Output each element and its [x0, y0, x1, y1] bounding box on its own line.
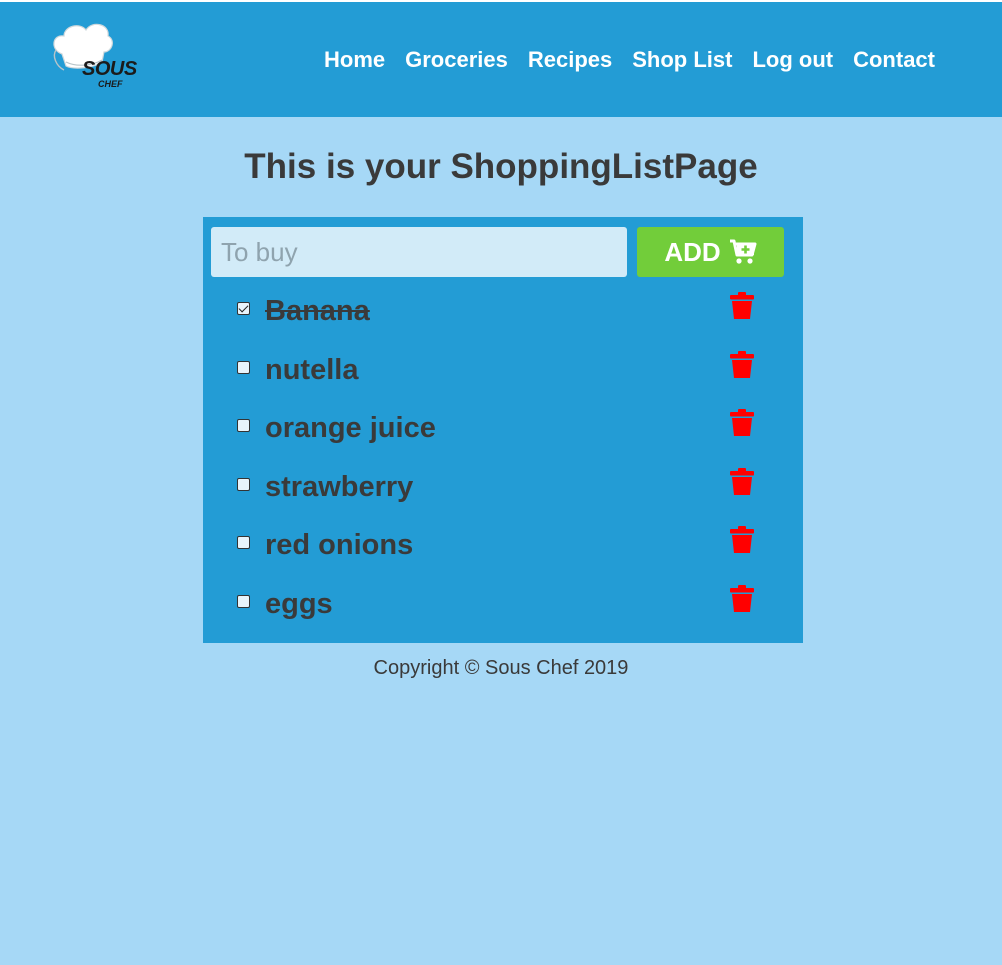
nav-log-out[interactable]: Log out	[752, 46, 833, 74]
nav-groceries[interactable]: Groceries	[405, 46, 508, 74]
footer-copyright: Copyright © Sous Chef 2019	[373, 657, 629, 679]
item-checkbox[interactable]	[237, 594, 250, 608]
list-item: orange juice	[203, 409, 803, 451]
item-checkbox[interactable]	[237, 360, 250, 374]
trash-icon[interactable]	[730, 350, 754, 379]
item-checkbox[interactable]	[237, 302, 250, 315]
chef-hat-logo-icon[interactable]	[48, 22, 140, 92]
to-buy-input[interactable]	[211, 227, 627, 277]
logo-subtext: CHEF	[98, 79, 123, 89]
item-checkbox[interactable]	[237, 536, 250, 549]
list-item: strawberry	[203, 467, 803, 510]
trash-icon[interactable]	[730, 467, 754, 496]
add-button[interactable]: ADD	[637, 227, 784, 277]
trash-icon[interactable]	[730, 584, 754, 613]
page-title: This is your ShoppingListPage	[244, 147, 758, 186]
item-label: Banana	[265, 295, 370, 327]
item-label: eggs	[265, 587, 333, 620]
nav-home[interactable]: Home	[324, 46, 385, 74]
trash-icon[interactable]	[730, 526, 754, 554]
site-header: SOUS CHEF Home Groceries Recipes Shop Li…	[0, 2, 1002, 117]
trash-icon[interactable]	[730, 292, 754, 320]
add-button-label: ADD	[664, 236, 721, 267]
nav-recipes[interactable]: Recipes	[528, 46, 612, 74]
nav-shop-list[interactable]: Shop List	[632, 46, 732, 74]
list-item: red onions	[203, 526, 803, 568]
item-label: strawberry	[265, 470, 414, 503]
trash-icon[interactable]	[730, 409, 754, 437]
logo-text: SOUS	[82, 58, 137, 80]
nav-contact[interactable]: Contact	[853, 46, 935, 74]
main-nav: Home Groceries Recipes Shop List Log out…	[304, 46, 935, 74]
item-label: red onions	[265, 529, 414, 561]
list-item: nutella	[203, 350, 803, 393]
item-checkbox[interactable]	[237, 477, 250, 491]
list-item: Banana	[203, 292, 803, 334]
shopping-list-panel: ADD Banana nutella orange juice strawberry r…	[203, 217, 803, 643]
item-label: nutella	[265, 353, 359, 386]
list-item: eggs	[203, 584, 803, 627]
cart-plus-icon	[729, 239, 757, 264]
item-checkbox[interactable]	[237, 419, 250, 432]
item-label: orange juice	[265, 412, 436, 444]
